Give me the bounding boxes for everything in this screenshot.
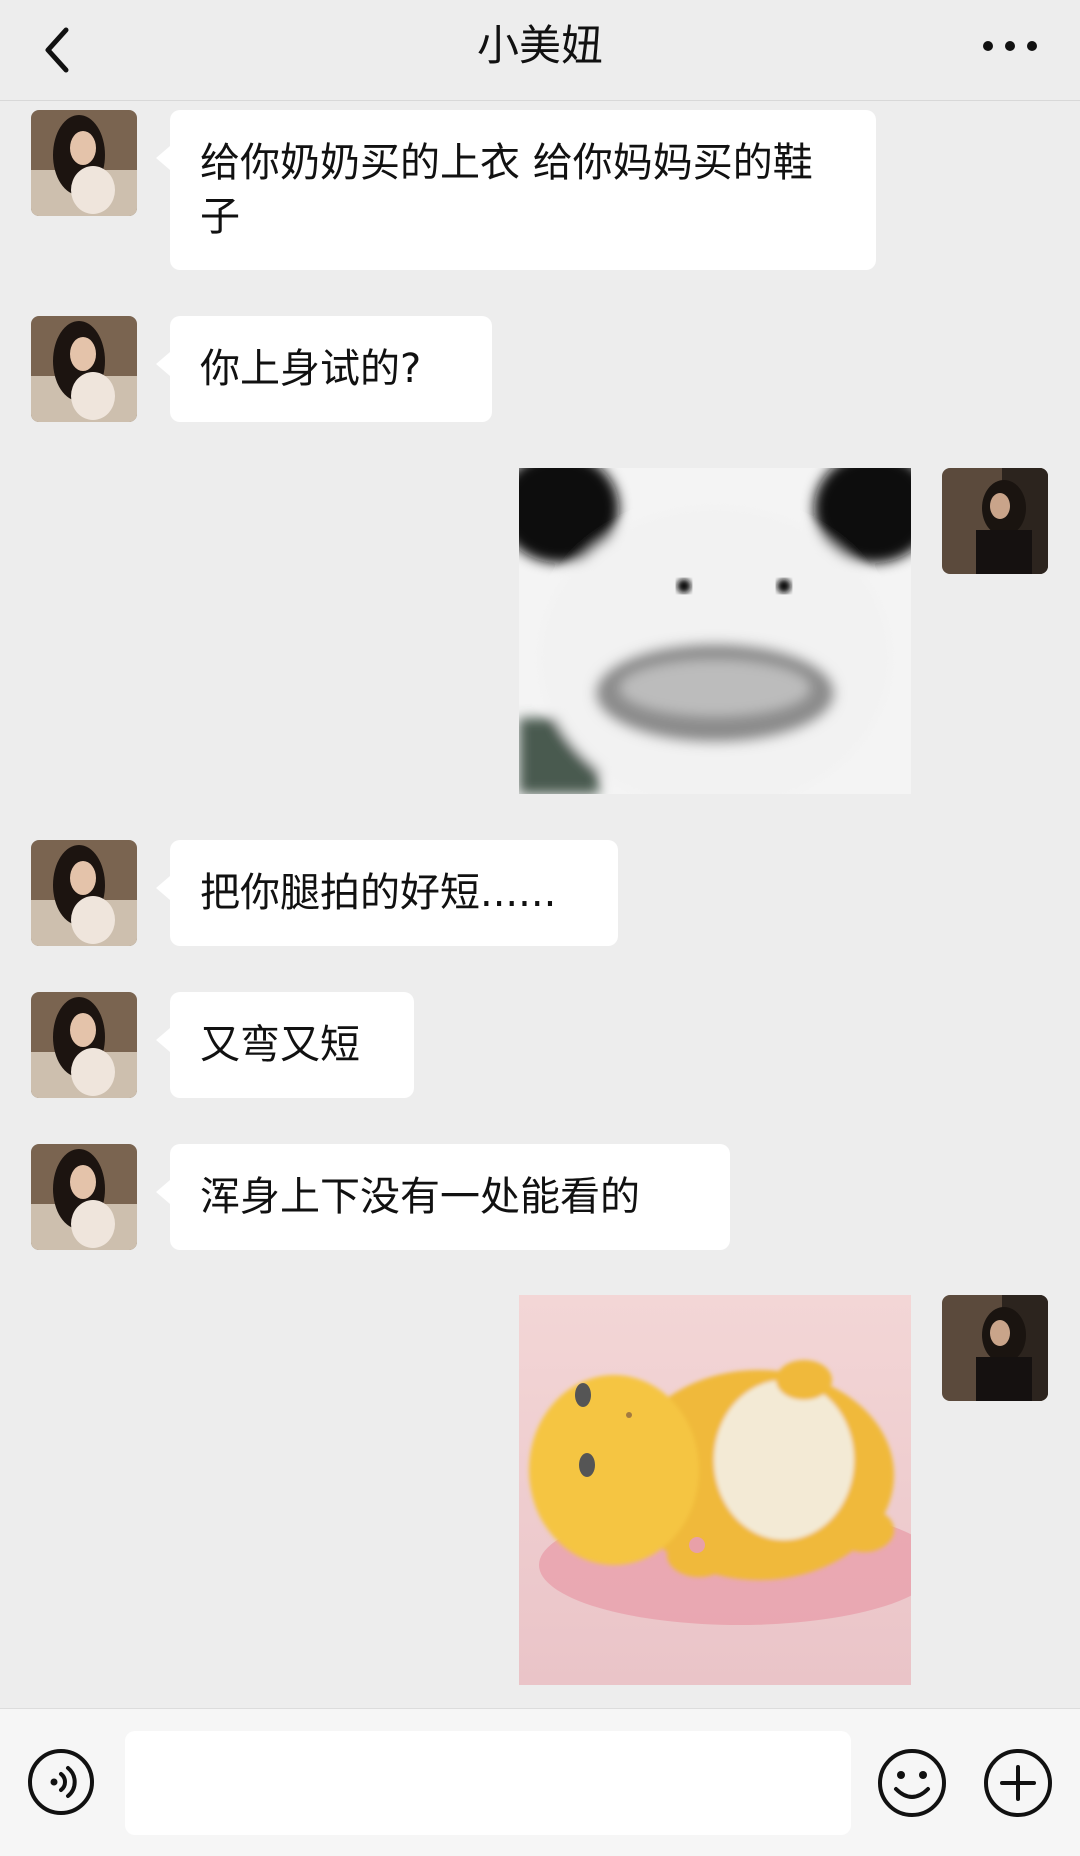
more-dots-icon[interactable] [980, 28, 1040, 64]
contact-avatar[interactable] [31, 1144, 137, 1250]
contact-avatar[interactable] [31, 316, 137, 422]
my-avatar[interactable] [942, 1295, 1048, 1401]
message-bubble[interactable]: 给你奶奶买的上衣 给你妈妈买的鞋子 [156, 110, 876, 270]
message-bubble[interactable]: 浑身上下没有一处能看的 [156, 1144, 730, 1250]
emoji-icon[interactable] [876, 1747, 948, 1819]
message-bubble[interactable]: 你上身试的? [156, 316, 492, 422]
chat-title: 小美妞 [476, 21, 603, 70]
voice-icon[interactable] [26, 1747, 96, 1817]
panda-face-sticker[interactable] [519, 468, 911, 794]
contact-avatar[interactable] [31, 110, 137, 216]
plus-icon[interactable] [982, 1747, 1054, 1819]
message-input[interactable] [125, 1731, 851, 1835]
yellow-dinosaur-sticker[interactable] [519, 1295, 911, 1685]
contact-avatar[interactable] [31, 992, 137, 1098]
my-avatar[interactable] [942, 468, 1048, 574]
input-bar [0, 1708, 1080, 1856]
message-bubble[interactable]: 又弯又短 [156, 992, 414, 1098]
message-bubble[interactable]: 把你腿拍的好短...... [156, 840, 618, 946]
nav-bar: 小美妞 [0, 0, 1080, 101]
contact-avatar[interactable] [31, 840, 137, 946]
